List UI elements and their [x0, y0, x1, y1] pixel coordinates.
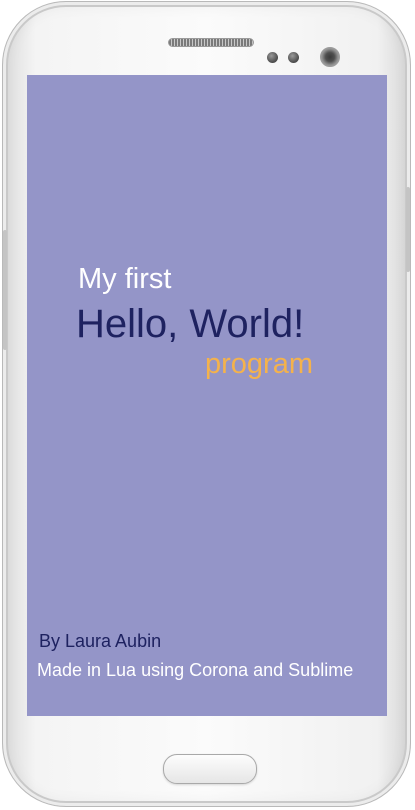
- intro-text: My first: [78, 263, 172, 295]
- proximity-sensor-icon: [267, 52, 278, 63]
- front-camera-icon: [320, 47, 340, 67]
- headline-text: Hello, World!: [76, 302, 305, 346]
- author-text: By Laura Aubin: [39, 631, 162, 651]
- power-key[interactable]: [406, 187, 410, 272]
- credits-text: Made in Lua using Corona and Sublime: [37, 660, 354, 680]
- suffix-text: program: [205, 348, 313, 380]
- volume-key[interactable]: [3, 230, 7, 350]
- speaker-grille-icon: [168, 38, 254, 47]
- home-button[interactable]: [163, 754, 257, 784]
- light-sensor-icon: [288, 52, 299, 63]
- app-screen: My first Hello, World! program By Laura …: [27, 75, 387, 716]
